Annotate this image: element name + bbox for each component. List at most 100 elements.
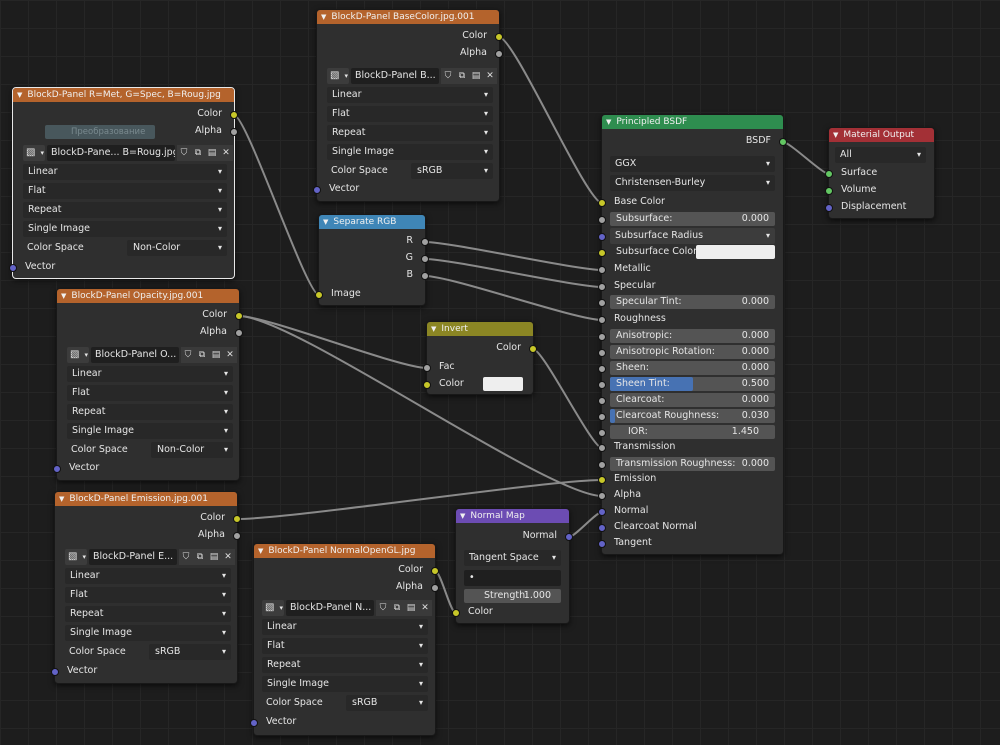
node-opacity-texture[interactable]: ▼ BlockD-Panel Opacity.jpg.001 Color Alph…	[53, 288, 243, 481]
interpolation-dropdown[interactable]: Linear ▾	[327, 87, 493, 103]
fake-user-icon[interactable]: ⛉	[181, 347, 195, 363]
node-normal-map[interactable]: ▼ Normal Map Normal Tangent Space ▾ • Stre…	[452, 508, 573, 624]
output-color-socket[interactable]	[235, 312, 243, 320]
input-roughness-socket[interactable]	[598, 316, 606, 324]
image-name-field[interactable]: BlockD-Panel E...	[89, 549, 177, 565]
collapse-triangle-icon[interactable]: ▼	[258, 544, 263, 558]
image-name-field[interactable]: BlockD-Pane... B=Roug.jpg	[47, 145, 175, 161]
input-specular-socket[interactable]	[598, 283, 606, 291]
node-principled-bsdf[interactable]: ▼ Principled BSDF BSDF GGX ▾ Christensen-B…	[598, 114, 787, 555]
interpolation-dropdown[interactable]: Linear ▾	[67, 366, 233, 382]
input-vector-socket[interactable]	[53, 465, 61, 473]
input-normal-socket[interactable]	[598, 508, 606, 516]
collapse-triangle-icon[interactable]: ▼	[606, 115, 611, 129]
node-basecolor-texture[interactable]: ▼ BlockD-Panel BaseColor.jpg.001 Color Al…	[313, 9, 503, 202]
node-header[interactable]: ▼ Material Output	[829, 128, 934, 142]
clearcoat-field[interactable]: Clearcoat: 0.000	[610, 393, 775, 407]
image-name-field[interactable]: BlockD-Panel O...	[91, 347, 179, 363]
sheen-tint-field[interactable]: Sheen Tint: 0.500	[610, 377, 775, 391]
target-dropdown[interactable]: All ▾	[835, 147, 926, 163]
source-dropdown[interactable]: Single Image ▾	[262, 676, 428, 692]
input-color-socket[interactable]	[452, 609, 460, 617]
output-b-socket[interactable]	[421, 272, 429, 280]
node-header[interactable]: ▼ Principled BSDF	[602, 115, 783, 129]
subsurface-method-dropdown[interactable]: Christensen-Burley ▾	[610, 175, 775, 191]
image-browse-icon[interactable]: ▧ ▾	[65, 549, 87, 565]
open-folder-icon[interactable]: ▤	[404, 600, 418, 616]
image-selector[interactable]: ▧ ▾ BlockD-Panel E... ⛉ ⧉ ▤ ✕	[65, 549, 235, 565]
color-space-dropdown[interactable]: Non-Color ▾	[127, 240, 227, 256]
source-dropdown[interactable]: Single Image ▾	[327, 144, 493, 160]
input-displacement-socket[interactable]	[825, 204, 833, 212]
open-folder-icon[interactable]: ▤	[209, 347, 223, 363]
node-header[interactable]: ▼ BlockD-Panel Opacity.jpg.001	[57, 289, 239, 303]
subsurface-field[interactable]: Subsurface: 0.000	[610, 212, 775, 226]
collapse-triangle-icon[interactable]: ▼	[61, 289, 66, 303]
open-folder-icon[interactable]: ▤	[207, 549, 221, 565]
node-header[interactable]: ▼ BlockD-Panel NormalOpenGL.jpg	[254, 544, 435, 558]
output-g-socket[interactable]	[421, 255, 429, 263]
transmission-roughness-field[interactable]: Transmission Roughness: 0.000	[610, 457, 775, 471]
node-invert[interactable]: ▼ Invert Color Fac Color	[423, 321, 537, 395]
interpolation-dropdown[interactable]: Linear ▾	[65, 568, 231, 584]
color-space-dropdown[interactable]: sRGB ▾	[149, 644, 231, 660]
anisotropic-field[interactable]: Anisotropic: 0.000	[610, 329, 775, 343]
extension-dropdown[interactable]: Repeat ▾	[65, 606, 231, 622]
input-metallic-socket[interactable]	[598, 266, 606, 274]
collapse-triangle-icon[interactable]: ▼	[323, 215, 328, 229]
specular-tint-field[interactable]: Specular Tint: 0.000	[610, 295, 775, 309]
interpolation-dropdown[interactable]: Linear ▾	[23, 164, 227, 180]
input-vector-socket[interactable]	[250, 719, 258, 727]
input-subsurface-radius-socket[interactable]	[598, 233, 606, 241]
input-vector-socket[interactable]	[9, 264, 17, 272]
sheen-field[interactable]: Sheen: 0.000	[610, 361, 775, 375]
collapse-triangle-icon[interactable]: ▼	[321, 10, 326, 24]
input-anisotropic-socket[interactable]	[598, 333, 606, 341]
source-dropdown[interactable]: Single Image ▾	[65, 625, 231, 641]
output-color-socket[interactable]	[233, 515, 241, 523]
duplicate-icon[interactable]: ⧉	[195, 347, 209, 363]
image-browse-icon[interactable]: ▧ ▾	[67, 347, 89, 363]
collapse-triangle-icon[interactable]: ▼	[59, 492, 64, 506]
duplicate-icon[interactable]: ⧉	[390, 600, 404, 616]
output-bsdf-socket[interactable]	[779, 138, 787, 146]
node-header[interactable]: ▼ Invert	[427, 322, 533, 336]
node-header[interactable]: ▼ BlockD-Panel R=Met, G=Spec, B=Roug.jpg	[13, 88, 234, 102]
clearcoat-roughness-field[interactable]: Clearcoat Roughness: 0.030	[610, 409, 775, 423]
input-vector-socket[interactable]	[313, 186, 321, 194]
projection-dropdown[interactable]: Flat ▾	[65, 587, 231, 603]
image-browse-icon[interactable]: ▧ ▾	[23, 145, 45, 161]
uv-map-field[interactable]: •	[464, 570, 561, 586]
output-normal-socket[interactable]	[565, 533, 573, 541]
input-volume-socket[interactable]	[825, 187, 833, 195]
color-space-dropdown[interactable]: sRGB ▾	[411, 163, 493, 179]
image-selector[interactable]: ▧ ▾ BlockD-Panel O... ⛉ ⧉ ▤ ✕	[67, 347, 237, 363]
unlink-icon[interactable]: ✕	[221, 549, 235, 565]
output-r-socket[interactable]	[421, 238, 429, 246]
input-base-color-socket[interactable]	[598, 199, 606, 207]
color-space-dropdown[interactable]: sRGB ▾	[346, 695, 428, 711]
ior-field[interactable]: IOR: 1.450	[610, 425, 775, 439]
node-rmr-texture[interactable]: ▼ BlockD-Panel R=Met, G=Spec, B=Roug.jpg …	[9, 87, 238, 279]
input-sheen-socket[interactable]	[598, 365, 606, 373]
interpolation-dropdown[interactable]: Linear ▾	[262, 619, 428, 635]
node-header[interactable]: ▼ BlockD-Panel BaseColor.jpg.001	[317, 10, 499, 24]
source-dropdown[interactable]: Single Image ▾	[23, 221, 227, 237]
extension-dropdown[interactable]: Repeat ▾	[67, 404, 233, 420]
collapse-triangle-icon[interactable]: ▼	[17, 88, 22, 102]
unlink-icon[interactable]: ✕	[223, 347, 237, 363]
image-selector[interactable]: ▧ ▾ BlockD-Pane... B=Roug.jpg ⛉ ⧉ ▤ ✕	[23, 145, 233, 161]
input-transmission-roughness-socket[interactable]	[598, 461, 606, 469]
input-sheen-tint-socket[interactable]	[598, 381, 606, 389]
node-separate-rgb[interactable]: ▼ Separate RGB R G B Image	[315, 214, 429, 306]
input-transmission-socket[interactable]	[598, 444, 606, 452]
input-fac-socket[interactable]	[423, 364, 431, 372]
output-color-socket[interactable]	[431, 567, 439, 575]
fake-user-icon[interactable]: ⛉	[177, 145, 191, 161]
extension-dropdown[interactable]: Repeat ▾	[262, 657, 428, 673]
input-alpha-socket[interactable]	[598, 492, 606, 500]
extension-dropdown[interactable]: Repeat ▾	[23, 202, 227, 218]
color-space-dropdown[interactable]: Non-Color ▾	[151, 442, 233, 458]
anisotropic-rotation-field[interactable]: Anisotropic Rotation: 0.000	[610, 345, 775, 359]
collapse-triangle-icon[interactable]: ▼	[833, 128, 838, 142]
